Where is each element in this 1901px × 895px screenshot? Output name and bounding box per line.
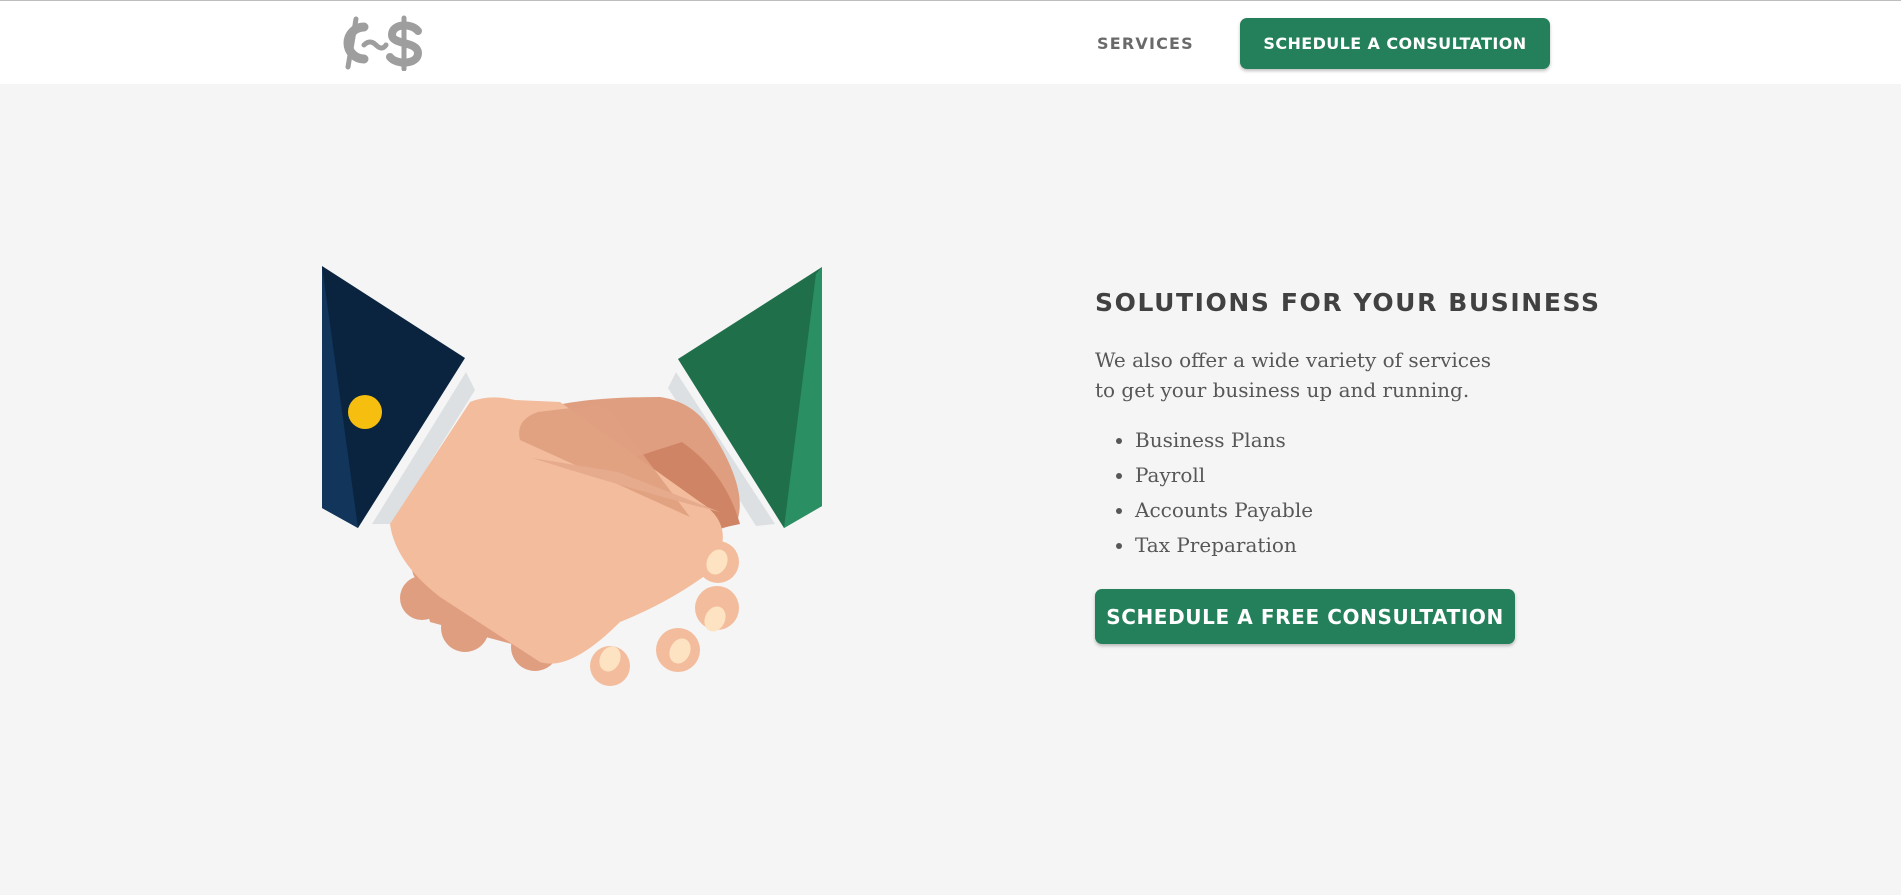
site-logo[interactable] <box>334 15 424 72</box>
service-item-payroll: Payroll <box>1135 458 1655 493</box>
service-item-accounts-payable: Accounts Payable <box>1135 493 1655 528</box>
service-item-business-plans: Business Plans <box>1135 423 1655 458</box>
hero-content: SOLUTIONS FOR YOUR BUSINESS We also offe… <box>1095 288 1655 644</box>
service-item-tax-preparation: Tax Preparation <box>1135 528 1655 563</box>
schedule-free-consultation-button[interactable]: SCHEDULE A FREE CONSULTATION <box>1095 589 1515 644</box>
hero-heading: SOLUTIONS FOR YOUR BUSINESS <box>1095 288 1601 317</box>
handshake-illustration <box>320 262 825 687</box>
logo-mark-icon <box>343 15 423 72</box>
hero-description: We also offer a wide variety of services… <box>1095 348 1492 402</box>
site-header: SERVICES SCHEDULE A CONSULTATION <box>0 1 1901 84</box>
services-list: Business Plans Payroll Accounts Payable … <box>1095 423 1655 563</box>
schedule-consultation-button[interactable]: SCHEDULE A CONSULTATION <box>1240 18 1550 69</box>
nav-services-link[interactable]: SERVICES <box>1097 34 1194 53</box>
